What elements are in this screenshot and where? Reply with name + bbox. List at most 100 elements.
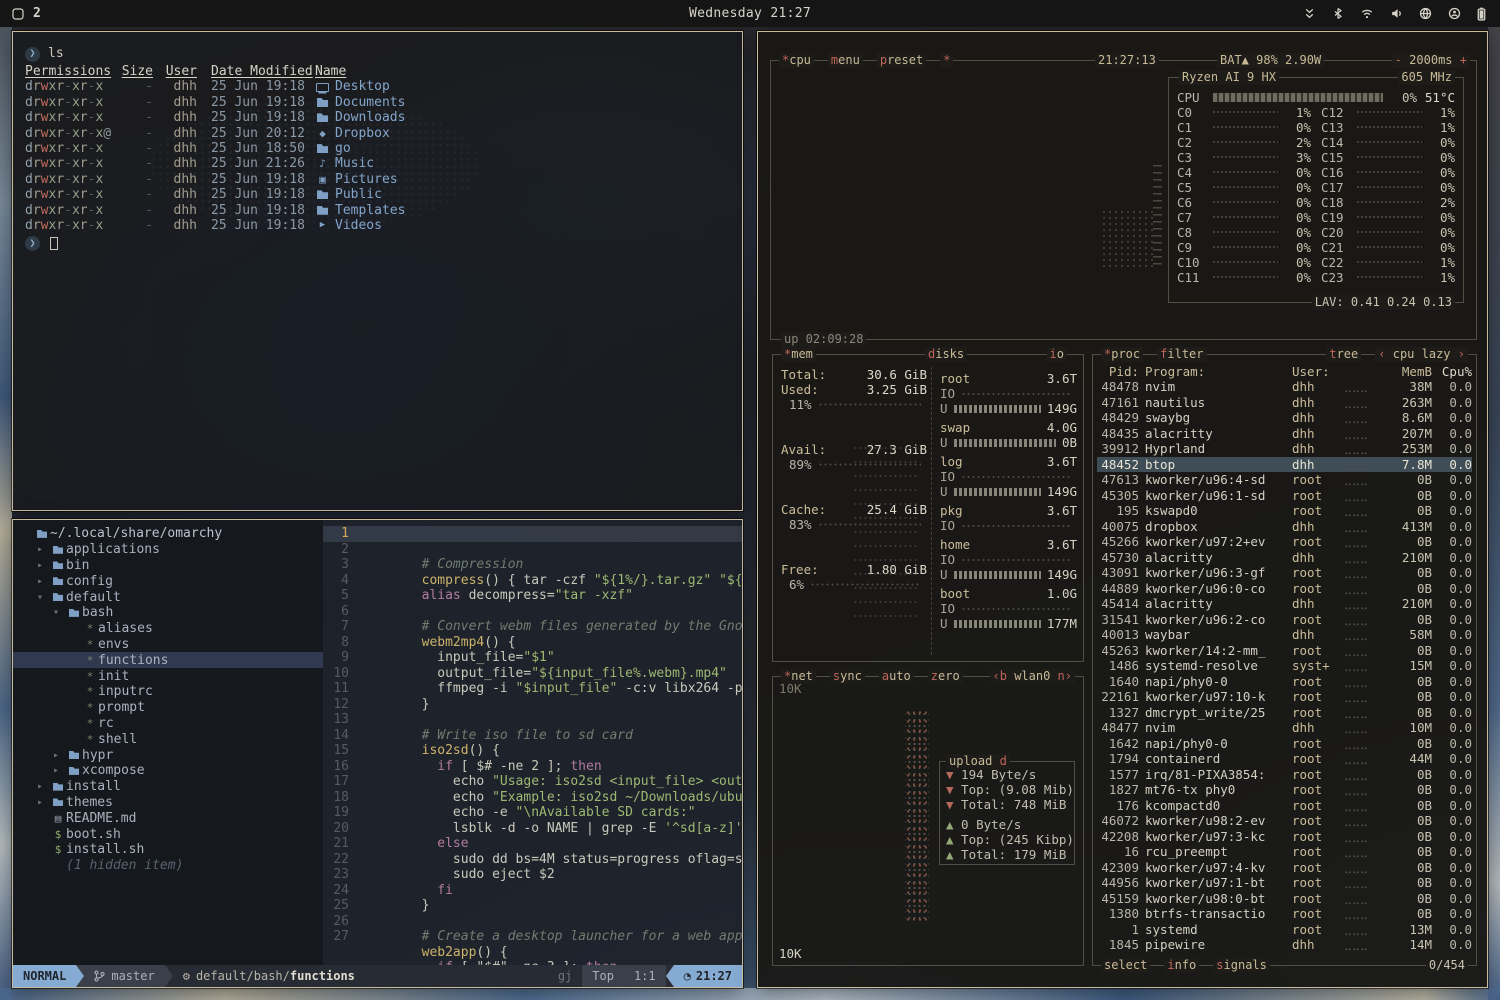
tree-item[interactable]: aliases [13, 621, 323, 637]
io-toggle[interactable]: io [1047, 347, 1067, 362]
tree-item[interactable]: ▸ install [13, 779, 323, 795]
process-row[interactable]: 1577 irq/81-PIXA3854: root 0B 0.0 [1097, 767, 1472, 783]
process-row[interactable]: 45730 alacritty dhh 210M 0.0 [1097, 550, 1472, 566]
code-line[interactable]: 8 output_file="${input_file%.webm}.mp4" [323, 635, 742, 651]
code-line[interactable]: 16 echo "Example: iso2sd ~/Downloads/ubu… [323, 759, 742, 775]
process-row[interactable]: 42309 kworker/u97:4-kv root 0B 0.0 [1097, 860, 1472, 876]
tree-item[interactable]: ▾ bash [13, 605, 323, 621]
process-row[interactable]: 46072 kworker/u98:2-ev root 0B 0.0 [1097, 813, 1472, 829]
process-row[interactable]: 1845 pipewire dhh 14M 0.0 [1097, 937, 1472, 953]
tree-item[interactable]: prompt [13, 700, 323, 716]
process-row[interactable]: 1642 napi/phy0-0 root 0B 0.0 [1097, 736, 1472, 752]
tree-item[interactable]: inputrc [13, 684, 323, 700]
code-line[interactable]: 15 echo "Usage: iso2sd <input_file> <out… [323, 743, 742, 759]
process-row[interactable]: 31541 kworker/u96:2-co root 0B 0.0 [1097, 612, 1472, 628]
tree-item[interactable]: ▸ config [13, 573, 323, 589]
process-row[interactable]: 40013 waybar dhh 58M 0.0 [1097, 627, 1472, 643]
tree-item[interactable]: ▸ xcompose [13, 763, 323, 779]
code-line[interactable]: 6 webm2mp4() { [323, 604, 742, 620]
battery-icon[interactable] [1477, 7, 1486, 21]
process-row[interactable]: 45414 alacritty dhh 210M 0.0 [1097, 596, 1472, 612]
tree-item[interactable]: shell [13, 731, 323, 747]
process-row[interactable]: 44956 kworker/u97:1-bt root 0B 0.0 [1097, 875, 1472, 891]
preset-button[interactable]: preset [877, 53, 926, 68]
process-row[interactable]: 22161 kworker/u97:10-k root 0B 0.0 [1097, 689, 1472, 705]
tree-item[interactable]: ~/.local/share/omarchy [13, 526, 323, 542]
code-line[interactable]: 21 sudo eject $2 [323, 836, 742, 852]
network-icon[interactable] [1419, 7, 1432, 20]
tree-button[interactable]: tree [1326, 347, 1361, 362]
sort-selector[interactable]: ‹ cpu lazy › [1375, 347, 1468, 362]
code-line[interactable]: 3 alias decompress="tar -xzf" [323, 557, 742, 573]
process-row[interactable]: 1 systemd root 13M 0.0 [1097, 922, 1472, 938]
select-button[interactable]: select [1101, 958, 1150, 973]
tree-item[interactable]: functions [13, 652, 323, 668]
auto-button[interactable]: auto [879, 669, 914, 684]
tree-item[interactable]: ▸ hypr [13, 747, 323, 763]
update-interval[interactable]: - 2000ms + [1392, 53, 1470, 68]
process-row[interactable]: 195 kswapd0 root 0B 0.0 [1097, 503, 1472, 519]
info-button[interactable]: info [1164, 958, 1199, 973]
workspace-indicator[interactable]: 2 [33, 6, 41, 21]
process-row[interactable]: 1486 systemd-resolve syst+ 15M 0.0 [1097, 658, 1472, 674]
sync-button[interactable]: sync [830, 669, 865, 684]
process-row[interactable]: 45263 kworker/14:2-mm_ root 0B 0.0 [1097, 643, 1472, 659]
process-row[interactable]: 42208 kworker/u97:3-kc root 0B 0.0 [1097, 829, 1472, 845]
process-row[interactable]: 48435 alacritty dhh 207M 0.0 [1097, 426, 1472, 442]
process-row[interactable]: 48429 swaybg dhh 8.6M 0.0 [1097, 410, 1472, 426]
disks-panel-title[interactable]: disks [925, 347, 967, 362]
volume-icon[interactable] [1390, 7, 1403, 20]
zero-button[interactable]: zero [928, 669, 963, 684]
code-line[interactable]: 25 # Create a desktop launcher for a web… [323, 898, 742, 914]
code-line[interactable]: 18 lsblk -d -o NAME | grep -E '^sd[a-z]'… [323, 790, 742, 806]
tree-item[interactable]: envs [13, 637, 323, 653]
tree-item[interactable]: rc [13, 716, 323, 732]
process-row[interactable]: 45305 kworker/u96:1-sd root 0B 0.0 [1097, 488, 1472, 504]
process-row[interactable]: 1794 containerd root 44M 0.0 [1097, 751, 1472, 767]
code-line[interactable]: 1 # Compression [323, 526, 742, 542]
process-row[interactable]: 1827 mt76-tx phy0 root 0B 0.0 [1097, 782, 1472, 798]
filter-button[interactable]: filter [1157, 347, 1206, 362]
interface-switcher[interactable]: ‹b wlan0 n› [990, 669, 1076, 684]
tree-item[interactable]: install.sh [13, 842, 323, 858]
wifi-icon[interactable] [1360, 7, 1374, 20]
tree-item[interactable]: ▸ applications [13, 542, 323, 558]
code-line[interactable]: 17 echo -e "\nAvailable SD cards:" [323, 774, 742, 790]
tree-item[interactable]: (1 hidden item) [13, 858, 323, 874]
code-line[interactable]: 12 # Write iso file to sd card [323, 697, 742, 713]
process-row[interactable]: 47613 kworker/u96:4-sd root 0B 0.0 [1097, 472, 1472, 488]
code-line[interactable]: 5 # Convert webm files generated by the … [323, 588, 742, 604]
code-line[interactable]: 9 ffmpeg -i "$input_file" -c:v libx264 -… [323, 650, 742, 666]
process-row[interactable]: 45266 kworker/u97:2+ev root 0B 0.0 [1097, 534, 1472, 550]
tree-item[interactable]: ▸ bin [13, 558, 323, 574]
bluetooth-icon[interactable] [1332, 7, 1344, 20]
process-row[interactable]: 45159 kworker/u98:0-bt root 0B 0.0 [1097, 891, 1472, 907]
launcher-icon[interactable] [12, 8, 24, 20]
code-line[interactable]: 20 sudo dd bs=4M status=progress oflag=s… [323, 821, 742, 837]
process-row[interactable]: 176 kcompactd0 root 0B 0.0 [1097, 798, 1472, 814]
process-row[interactable]: 16 rcu_preempt root 0B 0.0 [1097, 844, 1472, 860]
tree-item[interactable]: ▸ themes [13, 795, 323, 811]
process-row[interactable]: 47161 nautilus dhh 263M 0.0 [1097, 395, 1472, 411]
code-line[interactable]: 24 [323, 883, 742, 899]
prompt-line[interactable]: ❯ [25, 235, 730, 251]
process-row[interactable]: 39912 Hyprland dhh 253M 0.0 [1097, 441, 1472, 457]
code-line[interactable]: 13 iso2sd() { [323, 712, 742, 728]
process-row[interactable]: 48478 nvim dhh 38M 0.0 [1097, 379, 1472, 395]
code-line[interactable]: 14 if [ $# -ne 2 ]; then [323, 728, 742, 744]
tree-item[interactable]: boot.sh [13, 826, 323, 842]
code-line[interactable]: 26 web2app() { [323, 914, 742, 930]
process-row[interactable]: 1327 dmcrypt_write/25 root 0B 0.0 [1097, 705, 1472, 721]
process-row[interactable]: 1640 napi/phy0-0 root 0B 0.0 [1097, 674, 1472, 690]
updates-icon[interactable] [1303, 7, 1316, 20]
tree-item[interactable]: ▾ default [13, 589, 323, 605]
signals-button[interactable]: signals [1213, 958, 1270, 973]
tree-item[interactable]: README.md [13, 810, 323, 826]
code-line[interactable]: 2 compress() { tar -czf "${1%/}.tar.gz" … [323, 542, 742, 558]
process-row[interactable]: 43091 kworker/u96:3-gf root 0B 0.0 [1097, 565, 1472, 581]
process-row[interactable]: 40075 dropbox dhh 413M 0.0 [1097, 519, 1472, 535]
process-row[interactable]: 48452 btop dhh 7.8M 0.0 [1097, 457, 1472, 473]
process-row[interactable]: 48477 nvim dhh 10M 0.0 [1097, 720, 1472, 736]
account-icon[interactable] [1448, 7, 1461, 20]
process-row[interactable]: 1380 btrfs-transactio root 0B 0.0 [1097, 906, 1472, 922]
